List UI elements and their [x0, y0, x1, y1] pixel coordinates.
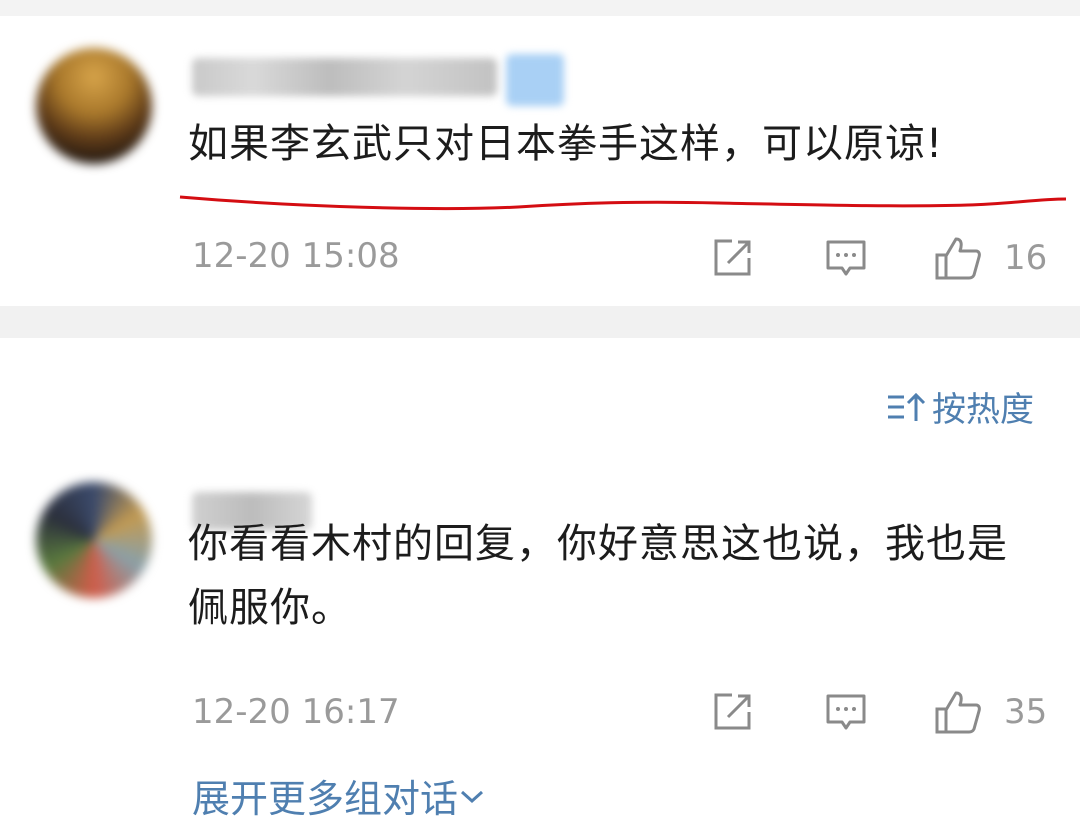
- share-icon: [714, 239, 751, 276]
- like-icon: [935, 237, 981, 280]
- comment-time: 12-20 16:17: [192, 692, 400, 732]
- comment-item: 你看看木村的回复，你好意思这也说，我也是佩服你。 12-20 16:17 35: [0, 470, 1080, 840]
- like-count: 16: [1004, 238, 1048, 278]
- share-icon: [714, 693, 751, 730]
- avatar[interactable]: [36, 48, 152, 164]
- chevron-down-icon: [461, 790, 484, 803]
- comment-icon: [826, 694, 866, 730]
- comment-icon: [826, 240, 866, 276]
- reply-button[interactable]: [824, 234, 868, 282]
- share-button[interactable]: [710, 234, 754, 282]
- sort-icon: [888, 392, 926, 421]
- avatar[interactable]: [36, 482, 152, 598]
- like-icon: [935, 691, 981, 734]
- section-divider: [0, 306, 1080, 338]
- username-blurred[interactable]: [192, 58, 497, 96]
- reply-button[interactable]: [824, 688, 868, 736]
- like-count: 35: [1004, 692, 1048, 732]
- comment-time: 12-20 15:08: [192, 236, 400, 276]
- share-button[interactable]: [710, 688, 754, 736]
- red-underline-annotation: [179, 195, 1067, 211]
- comment-actions: 16: [700, 234, 1060, 282]
- comment-item: 如果李玄武只对日本拳手这样，可以原谅! 12-20 15:08 16: [0, 18, 1080, 306]
- expand-label: 展开更多组对话: [192, 777, 459, 821]
- sort-label: 按热度: [932, 390, 1034, 430]
- expand-more-dialogs-link[interactable]: 展开更多组对话: [192, 768, 486, 823]
- user-badge: [506, 54, 564, 106]
- like-button[interactable]: 16: [934, 234, 1047, 282]
- like-button[interactable]: 35: [934, 688, 1047, 736]
- comment-text: 如果李玄武只对日本拳手这样，可以原谅!: [188, 121, 944, 167]
- comment-actions: 35: [700, 688, 1060, 736]
- top-divider: [0, 0, 1080, 16]
- sort-by-hot-button[interactable]: 按热度: [886, 382, 1034, 431]
- comment-text: 你看看木村的回复，你好意思这也说，我也是佩服你。: [188, 521, 1008, 631]
